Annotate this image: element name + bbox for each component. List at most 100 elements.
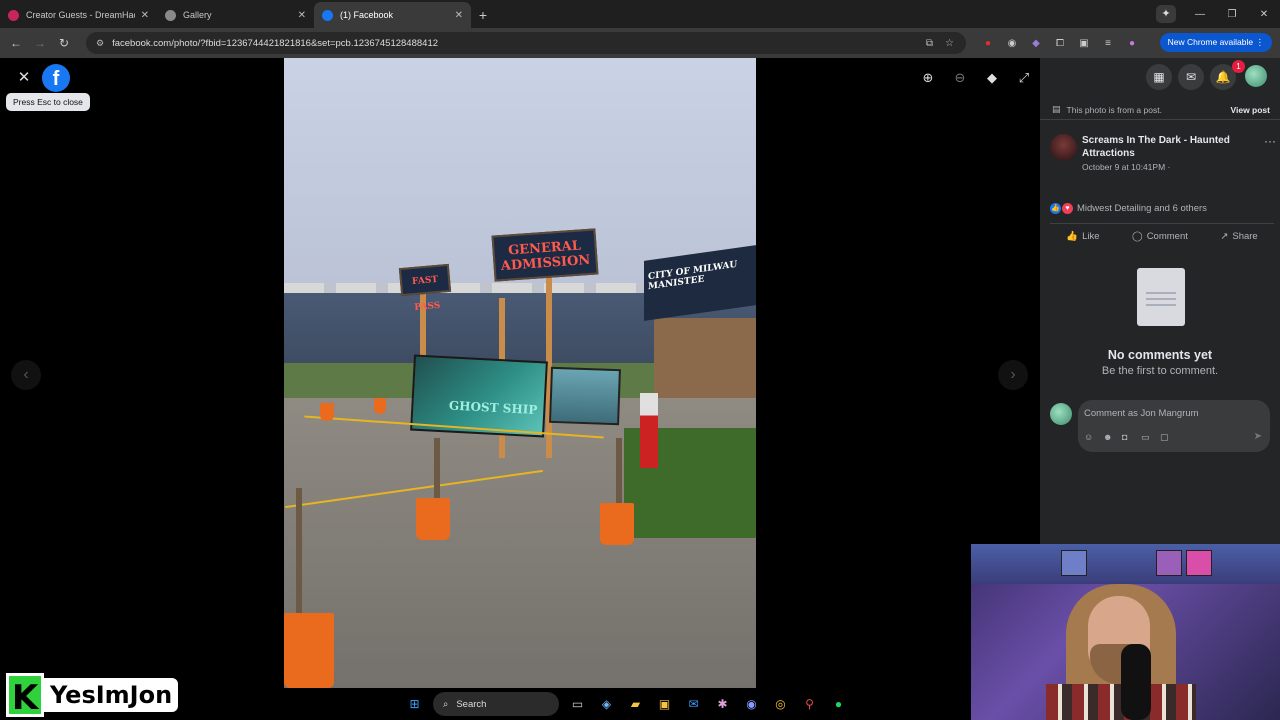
author-name[interactable]: Screams In The Dark - Haunted Attraction… — [1082, 134, 1252, 160]
extension-purple-icon[interactable]: ◆ — [1024, 38, 1048, 49]
photo-tools: ⊕ ⊖ ◆ ⤢ — [912, 70, 1040, 86]
new-chrome-available-button[interactable]: New Chrome available ⋮ — [1159, 33, 1272, 52]
extensions-puzzle-icon[interactable]: ⧠ — [1048, 38, 1072, 49]
discord-icon[interactable]: ◉ — [737, 697, 766, 711]
back-icon[interactable]: ← — [4, 36, 28, 50]
url-text: facebook.com/photo/?fbid=123674442182181… — [112, 37, 439, 49]
tab-facebook[interactable]: (1) Facebook ✕ — [314, 2, 471, 28]
gemini-sparkle-icon[interactable]: ✦ — [1156, 5, 1176, 23]
install-app-icon[interactable]: ⧉ — [926, 38, 933, 49]
facebook-logo-icon[interactable]: f — [42, 64, 70, 92]
comment-button[interactable]: ◯ Comment — [1132, 231, 1188, 242]
channel-watermark: K YesImJon — [6, 673, 179, 718]
webcam-overlay — [971, 544, 1280, 720]
fast-pass-sign: FAST PASS — [398, 263, 452, 313]
profile-icon[interactable]: ● — [1120, 38, 1144, 49]
close-tab-icon[interactable]: ✕ — [141, 10, 149, 21]
photo-post — [296, 488, 302, 628]
forward-icon[interactable]: → — [28, 36, 52, 50]
emoji-icon[interactable]: ☻ — [1103, 432, 1122, 443]
fullscreen-icon[interactable]: ⤢ — [1008, 70, 1040, 86]
photo-pillar — [640, 393, 658, 468]
previous-photo-arrow-icon[interactable]: ‹ — [11, 360, 41, 390]
windows-start-icon[interactable]: ⊞ — [400, 697, 429, 711]
sticker-icon[interactable]: ▢ — [1160, 432, 1179, 443]
task-view-icon[interactable]: ▭ — [563, 697, 592, 711]
webcam-poster — [1156, 550, 1182, 576]
photo-bucket — [374, 398, 386, 414]
tag-icon[interactable]: ◆ — [976, 70, 1008, 86]
site-info-icon[interactable]: ⚙ — [96, 38, 104, 49]
reload-icon[interactable]: ↻ — [52, 36, 76, 50]
gif-icon[interactable]: ▭ — [1141, 432, 1160, 443]
extension-gray-icon[interactable]: ◉ — [1000, 38, 1024, 49]
slack-icon[interactable]: ✱ — [708, 697, 737, 711]
no-comments-title: No comments yet — [1107, 348, 1213, 362]
view-post-link[interactable]: View post — [1230, 105, 1270, 115]
from-post-bar: ▤ This photo is from a post. View post — [1040, 100, 1280, 120]
spotify-icon[interactable]: ● — [824, 697, 853, 711]
extension-red-icon[interactable]: ● — [976, 38, 1000, 49]
extensions-area: ● ◉ ◆ ⧠ ▣ ≡ ● — [976, 38, 1144, 49]
store-icon[interactable]: ▣ — [650, 697, 679, 711]
more-options-icon[interactable]: ··· — [1264, 134, 1276, 148]
close-viewer-icon[interactable]: ✕ — [14, 68, 34, 88]
comment-placeholder: Comment as Jon Mangrum — [1084, 408, 1199, 419]
copilot-icon[interactable]: ◈ — [592, 697, 621, 711]
post-icon: ▤ — [1052, 104, 1061, 114]
photo-post — [546, 258, 552, 458]
maps-pin-icon[interactable]: ⚲ — [795, 697, 824, 711]
account-avatar[interactable] — [1245, 65, 1267, 87]
webcam-poster — [1186, 550, 1212, 576]
close-tab-icon[interactable]: ✕ — [298, 10, 306, 21]
tab-title: Creator Guests - DreamHack At — [26, 10, 135, 20]
facebook-favicon-icon — [322, 9, 333, 21]
next-photo-arrow-icon[interactable]: › — [998, 360, 1028, 390]
tab-gallery[interactable]: Gallery ✕ — [157, 2, 314, 28]
menu-grid-icon[interactable]: ▦ — [1146, 64, 1172, 90]
minimize-icon[interactable]: — — [1184, 9, 1216, 20]
like-label: Like — [1082, 231, 1100, 242]
send-icon[interactable]: ➤ — [1254, 431, 1262, 442]
close-window-icon[interactable]: ✕ — [1248, 9, 1280, 20]
mail-icon[interactable]: ✉ — [679, 697, 708, 711]
comment-tools: ☺ ☻ ◘ ▭ ▢ — [1084, 432, 1179, 443]
share-icon: ↗ — [1220, 231, 1229, 242]
reading-list-icon[interactable]: ≡ — [1096, 38, 1120, 49]
messenger-icon[interactable]: ✉ — [1178, 64, 1204, 90]
comment-input[interactable]: Comment as Jon Mangrum ☺ ☻ ◘ ▭ ▢ ➤ — [1078, 400, 1270, 452]
share-button[interactable]: ↗ Share — [1220, 231, 1257, 242]
close-tooltip: Press Esc to close — [6, 93, 90, 111]
post-timestamp[interactable]: October 9 at 10:41PM · — [1082, 162, 1170, 172]
tab-dreamhack[interactable]: Creator Guests - DreamHack At ✕ — [0, 2, 157, 28]
author-avatar[interactable] — [1050, 134, 1077, 161]
close-tab-icon[interactable]: ✕ — [455, 10, 463, 21]
tab-title: Gallery — [183, 10, 212, 20]
camera-icon[interactable]: ◘ — [1122, 432, 1141, 443]
taskbar-search[interactable]: ⌕ Search — [433, 692, 559, 716]
address-bar[interactable]: ⚙ facebook.com/photo/?fbid=1236744421821… — [86, 32, 966, 54]
love-reaction-icon: ♥ — [1062, 203, 1073, 214]
new-tab-button[interactable]: + — [471, 2, 495, 28]
reactions-summary[interactable]: 👍 ♥ Midwest Detailing and 6 others — [1050, 203, 1207, 214]
thumbs-up-icon: 👍 — [1066, 231, 1079, 242]
document-icon — [1137, 268, 1185, 326]
browser-toolbar: ← → ↻ ⚙ facebook.com/photo/?fbid=1236744… — [0, 28, 1280, 58]
windows-taskbar: ⊞ ⌕ Search ▭ ◈ ▰ ▣ ✉ ✱ ◉ ◎ ⚲ ● — [400, 690, 853, 718]
photo-viewer: ✕ f Press Esc to close CITY OF MILWAU MA… — [0, 58, 1040, 720]
photo-ramp — [654, 318, 756, 398]
globe-favicon-icon — [165, 9, 176, 21]
reactions-text: Midwest Detailing and 6 others — [1077, 203, 1207, 214]
tab-search-icon[interactable]: ▣ — [1072, 38, 1096, 49]
avatar-sticker-icon[interactable]: ☺ — [1084, 432, 1103, 443]
like-button[interactable]: 👍 Like — [1066, 231, 1099, 242]
zoom-out-icon[interactable]: ⊖ — [944, 70, 976, 86]
chrome-icon[interactable]: ◎ — [766, 697, 795, 711]
bookmark-star-icon[interactable]: ☆ — [945, 38, 954, 49]
restore-icon[interactable]: ❐ — [1216, 9, 1248, 20]
zoom-in-icon[interactable]: ⊕ — [912, 70, 944, 86]
file-explorer-icon[interactable]: ▰ — [621, 697, 650, 711]
watermark-logo: K — [6, 673, 44, 718]
photo-bucket — [416, 498, 450, 540]
dreamhack-favicon-icon — [8, 9, 19, 21]
